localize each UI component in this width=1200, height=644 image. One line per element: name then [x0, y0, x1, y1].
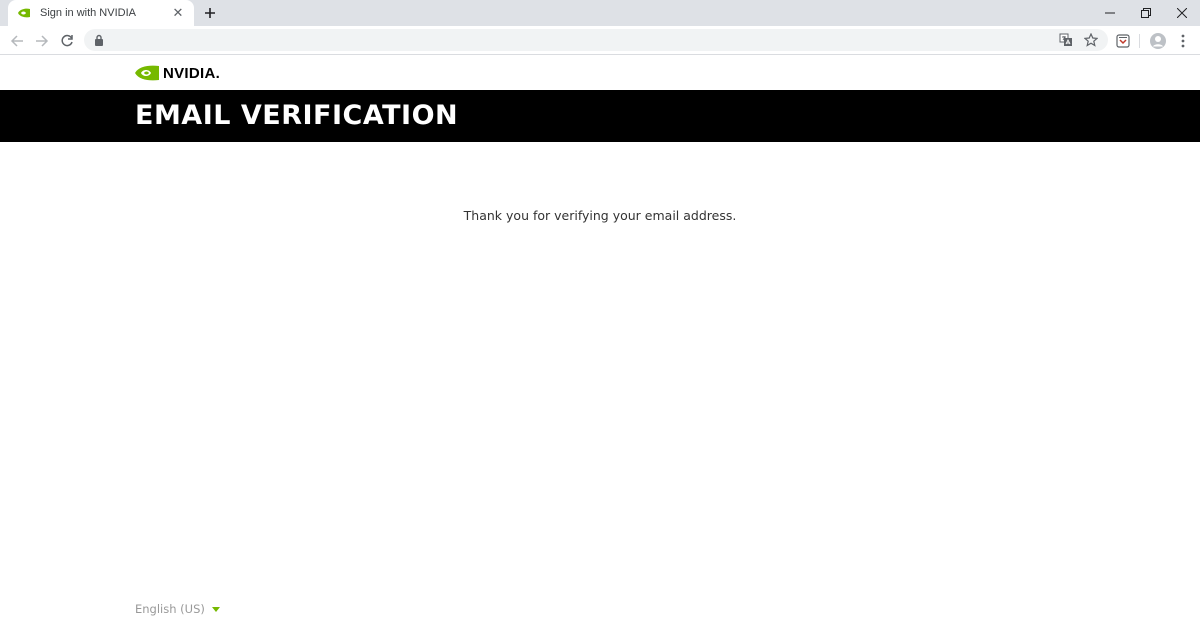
language-selector[interactable]: English (US): [135, 602, 220, 616]
close-window-button[interactable]: [1165, 0, 1199, 26]
back-button[interactable]: [7, 31, 27, 51]
reload-icon: [61, 34, 73, 47]
close-tab-icon[interactable]: ✕: [170, 5, 186, 21]
translate-icon[interactable]: [1057, 31, 1075, 49]
vertical-dots-icon: [1181, 34, 1185, 48]
logo-wordmark: NVIDIA.: [163, 64, 221, 82]
tab-title: Sign in with NVIDIA: [40, 7, 136, 19]
site-header: NVIDIA.: [0, 56, 1200, 90]
browser-tab[interactable]: Sign in with NVIDIA ✕: [8, 0, 194, 26]
restore-icon: [1141, 8, 1151, 18]
restore-button[interactable]: [1129, 0, 1163, 26]
minimize-button[interactable]: [1093, 0, 1127, 26]
pocket-extension-icon: [1116, 34, 1130, 48]
toolbar-divider: [1139, 34, 1140, 48]
minimize-icon: [1105, 12, 1115, 14]
bookmark-star-icon[interactable]: [1082, 31, 1100, 49]
address-bar[interactable]: [84, 29, 1108, 51]
lock-icon: [95, 34, 103, 46]
arrow-left-icon: [10, 35, 23, 47]
page-title: EMAIL VERIFICATION: [135, 100, 459, 131]
browser-menu-button[interactable]: [1173, 31, 1193, 51]
page-banner: EMAIL VERIFICATION: [0, 90, 1200, 142]
arrow-right-icon: [36, 35, 49, 47]
profile-button[interactable]: [1148, 31, 1168, 51]
browser-tabstrip: Sign in with NVIDIA ✕: [0, 0, 1200, 26]
close-icon: [1177, 8, 1187, 18]
nvidia-eye-icon: [135, 65, 159, 81]
forward-button[interactable]: [32, 31, 52, 51]
nvidia-logo[interactable]: NVIDIA.: [135, 64, 221, 82]
new-tab-button[interactable]: [201, 4, 219, 22]
nvidia-favicon-icon: [16, 5, 32, 21]
language-label: English (US): [135, 602, 205, 616]
verification-message: Thank you for verifying your email addre…: [463, 208, 737, 223]
reload-button[interactable]: [57, 31, 77, 51]
browser-toolbar: [0, 26, 1200, 55]
caret-down-icon: [211, 607, 220, 612]
extension-button[interactable]: [1113, 31, 1133, 51]
plus-icon: [205, 8, 215, 18]
avatar-icon: [1150, 33, 1166, 49]
